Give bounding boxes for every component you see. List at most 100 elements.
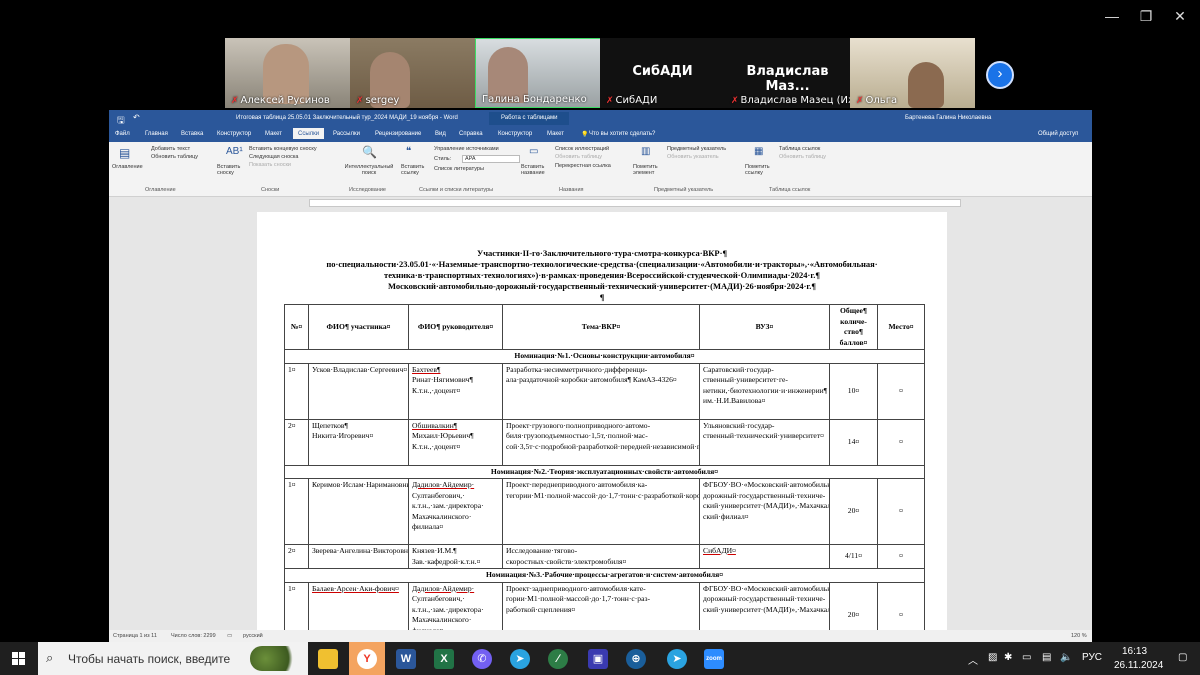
- video-tile[interactable]: Владислав Маз... ✗Владислав Мазец (Иж...: [725, 38, 850, 108]
- insert-footnote-button[interactable]: Вставить сноску: [217, 164, 245, 176]
- zoom-icon[interactable]: zoom: [704, 649, 724, 669]
- excel-icon[interactable]: X: [434, 649, 454, 669]
- tab-design[interactable]: Конструктор: [217, 131, 251, 137]
- app-icon[interactable]: ∕: [548, 649, 568, 669]
- chevron-right-icon[interactable]: ›: [986, 61, 1014, 89]
- update-table2-button[interactable]: Обновить таблицу: [555, 154, 602, 160]
- tab-layout[interactable]: Макет: [265, 131, 282, 137]
- smart-lookup-button[interactable]: Интеллектуальный поиск: [339, 164, 399, 176]
- clock-time[interactable]: 16:13: [1122, 646, 1147, 657]
- advisor-line: Махачкалинского·: [412, 511, 472, 521]
- bibliography-button[interactable]: Список литературы: [434, 166, 484, 172]
- cell-place: ¤: [877, 478, 925, 545]
- chevron-up-icon[interactable]: ︿: [968, 652, 978, 667]
- show-notes-button[interactable]: Показать сноски: [249, 162, 291, 168]
- table-of-authorities-button[interactable]: Таблица ссылок: [779, 146, 820, 152]
- battery-icon[interactable]: ▭: [1022, 652, 1031, 663]
- volume-icon[interactable]: 🔈: [1060, 652, 1072, 663]
- participants-table[interactable]: №¤ ФИО¶ участника¤ ФИО¶ руководителя¤ Те…: [284, 304, 925, 643]
- tray-app-icon[interactable]: ✱: [1004, 652, 1012, 663]
- advisor-line: Дадилов·Айдемир·: [412, 480, 475, 489]
- search-box[interactable]: ⌕ Чтобы начать поиск, введите: [38, 642, 308, 675]
- group-label: Предметный указатель: [654, 187, 714, 193]
- insert-caption-button[interactable]: Вставить название: [521, 164, 549, 176]
- tab-home[interactable]: Главная: [145, 131, 168, 137]
- update-table-button[interactable]: Обновить таблицу: [151, 154, 198, 160]
- file-explorer-icon[interactable]: [318, 649, 338, 669]
- cell-score: 14¤: [829, 418, 878, 466]
- notifications-icon[interactable]: ▢: [1178, 652, 1187, 663]
- language[interactable]: русский: [243, 633, 263, 639]
- add-text-button[interactable]: Добавить текст: [151, 146, 190, 152]
- tab-table-design[interactable]: Конструктор: [498, 131, 532, 137]
- video-tile[interactable]: СибАДИ ✗ СибАДИ: [600, 38, 725, 108]
- zoom-level[interactable]: 120 %: [1071, 633, 1087, 639]
- tab-insert[interactable]: Вставка: [181, 131, 203, 137]
- tell-me-input[interactable]: Что вы хотите сделать?: [589, 131, 655, 137]
- style-select[interactable]: APA: [462, 155, 520, 163]
- mark-citation-button[interactable]: Пометить ссылку: [745, 164, 773, 176]
- tab-review[interactable]: Рецензирование: [375, 131, 421, 137]
- tab-references[interactable]: Ссылки: [293, 128, 325, 139]
- column-header: Общее¶ количе-ство¶ баллов¤: [829, 304, 878, 350]
- mark-entry-button[interactable]: Пометить элемент: [633, 164, 661, 176]
- next-footnote-button[interactable]: Следующая сноска: [249, 154, 298, 160]
- insert-citation-button[interactable]: Вставить ссылку: [401, 164, 427, 176]
- cell-advisor: Князев·И.М.¶ Зав.·кафедрой·к.т.н.¤: [408, 544, 503, 569]
- advisor-line: Султанбегович,·: [412, 490, 465, 500]
- save-icon[interactable]: ▣: [588, 649, 608, 669]
- toc-button[interactable]: Оглавление: [112, 164, 143, 170]
- video-tile[interactable]: ✗ sergey: [350, 38, 475, 108]
- doc-heading-line: техника·в·транспортных·технологиях»)·в·р…: [384, 270, 820, 280]
- video-tile[interactable]: ✗ Алексей Русинов: [225, 38, 350, 108]
- search-icon: ⌕: [46, 650, 54, 665]
- tab-table-layout[interactable]: Макет: [547, 131, 564, 137]
- ruler[interactable]: [109, 197, 1092, 207]
- page-count[interactable]: Страница 1 из 11: [113, 633, 157, 639]
- network-status-icon[interactable]: ▤: [1042, 652, 1051, 663]
- search-input[interactable]: Чтобы начать поиск, введите: [68, 652, 230, 666]
- word-count[interactable]: Число слов: 2299: [171, 633, 216, 639]
- minimize-icon[interactable]: —: [1102, 8, 1122, 24]
- telegram-icon[interactable]: ➤: [510, 649, 530, 669]
- cell-university: Саратовский·государ-ственный·университет…: [699, 362, 830, 420]
- ribbon: ▤ Оглавление Добавить текст Обновить таб…: [109, 142, 1092, 197]
- clock-date[interactable]: 26.11.2024: [1114, 660, 1163, 671]
- document-page[interactable]: Участники·II-го·Заключительного·тура·смо…: [257, 212, 947, 643]
- tray-app-icon[interactable]: ▨: [988, 652, 997, 663]
- column-header: ФИО¶ руководителя¤: [408, 304, 503, 350]
- yandex-browser-icon[interactable]: Y: [349, 642, 385, 675]
- cell-num: 1¤: [284, 478, 309, 545]
- undo-icon[interactable]: ↶: [133, 113, 140, 122]
- search-icon: 🔍: [362, 145, 377, 159]
- save-icon[interactable]: 🖫: [117, 113, 125, 129]
- tab-help[interactable]: Справка: [459, 131, 483, 137]
- close-icon[interactable]: ✕: [1170, 8, 1190, 24]
- participant-video: [908, 62, 944, 108]
- share-button[interactable]: Общий доступ: [1038, 131, 1078, 137]
- video-tile[interactable]: ✗ Ольга: [850, 38, 975, 108]
- network-icon[interactable]: ⊕: [626, 649, 646, 669]
- update-index-button[interactable]: Обновить указатель: [667, 154, 719, 160]
- update-table3-button[interactable]: Обновить таблицу: [779, 154, 826, 160]
- tab-view[interactable]: Вид: [435, 131, 446, 137]
- mark-entry-icon: ▥: [641, 146, 651, 157]
- group-label: Сноски: [261, 187, 280, 193]
- insert-endnote-button[interactable]: Вставить концевую сноску: [249, 146, 317, 152]
- word-icon[interactable]: W: [396, 649, 416, 669]
- windows-start-icon[interactable]: [12, 652, 25, 665]
- video-tile-active[interactable]: Галина Бондаренко: [475, 38, 601, 108]
- tab-file[interactable]: Файл: [115, 131, 130, 137]
- insert-index-button[interactable]: Предметный указатель: [667, 146, 726, 152]
- table-row: 1¤ Усков·Владислав·Сергеевич¤ Бахтеев¶ Ри…: [284, 362, 925, 420]
- telegram-icon[interactable]: ➤: [667, 649, 687, 669]
- advisor-line: К.т.н.,·доцент¤: [412, 385, 461, 395]
- tab-mailings[interactable]: Рассылки: [333, 131, 360, 137]
- viber-icon[interactable]: ✆: [472, 649, 492, 669]
- proofing-icon[interactable]: ▭: [227, 633, 232, 639]
- table-of-figures-button[interactable]: Список иллюстраций: [555, 146, 609, 152]
- restore-icon[interactable]: ❐: [1136, 8, 1156, 24]
- language-indicator[interactable]: РУС: [1082, 652, 1102, 663]
- manage-sources-button[interactable]: Управление источниками: [434, 146, 499, 152]
- cross-reference-button[interactable]: Перекрестная ссылка: [555, 163, 611, 169]
